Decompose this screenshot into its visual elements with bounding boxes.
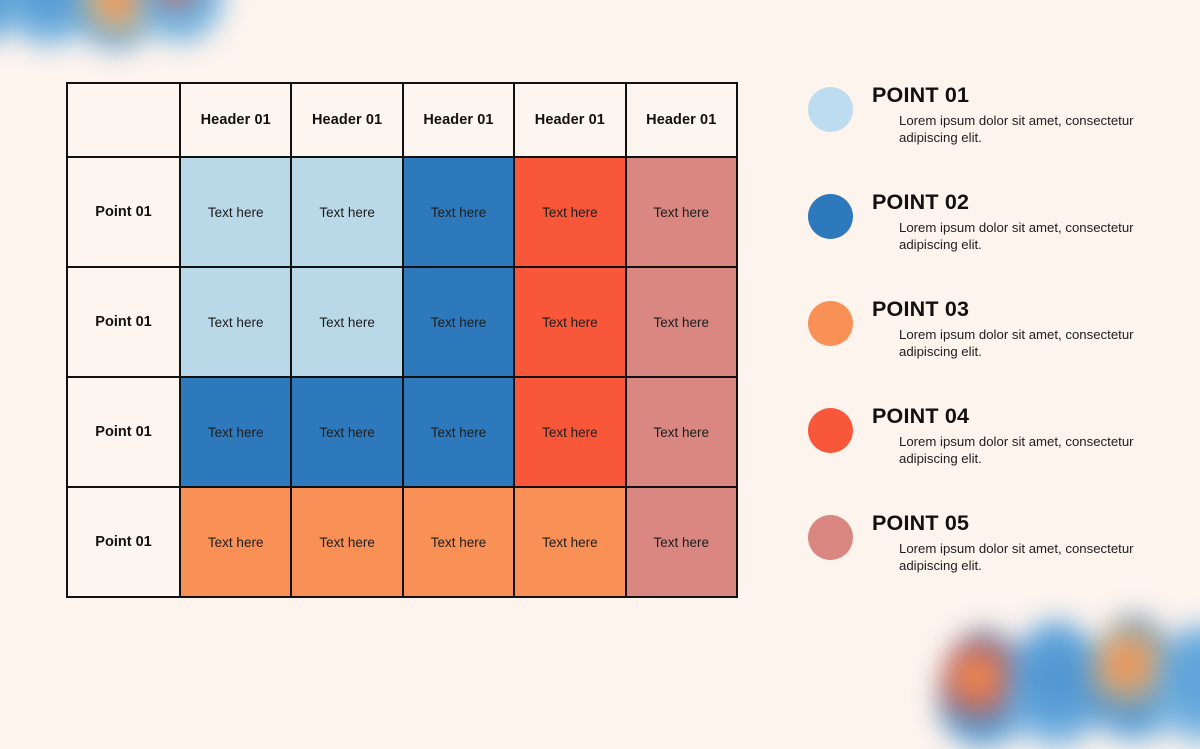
legend-description-04: Lorem ipsum dolor sit amet, consectetur … bbox=[899, 433, 1134, 467]
cell-r4c5[interactable]: Text here bbox=[624, 486, 738, 598]
table-body: Point 01 Text here Text here Text here T… bbox=[66, 156, 738, 598]
cell-r3c4[interactable]: Text here bbox=[513, 376, 627, 488]
cell-r2c1[interactable]: Text here bbox=[178, 266, 293, 378]
cell-r4c3[interactable]: Text here bbox=[401, 486, 516, 598]
cell-r1c1[interactable]: Text here bbox=[178, 156, 293, 268]
matrix-table-container: Header 01 Header 01 Header 01 Header 01 … bbox=[66, 82, 738, 598]
legend-description-03: Lorem ipsum dolor sit amet, consectetur … bbox=[899, 326, 1134, 360]
row-header-2: Point 01 bbox=[66, 266, 181, 378]
cell-r1c2[interactable]: Text here bbox=[290, 156, 404, 268]
cell-r1c3[interactable]: Text here bbox=[401, 156, 516, 268]
legend-description-01: Lorem ipsum dolor sit amet, consectetur … bbox=[899, 112, 1134, 146]
column-header-1: Header 01 bbox=[178, 82, 293, 158]
legend-item-point-03[interactable]: POINT 03 Lorem ipsum dolor sit amet, con… bbox=[804, 298, 1164, 372]
table-row: Point 01 Text here Text here Text here T… bbox=[66, 376, 738, 488]
column-header-2: Header 01 bbox=[290, 82, 404, 158]
cell-r4c4[interactable]: Text here bbox=[513, 486, 627, 598]
table-header-row: Header 01 Header 01 Header 01 Header 01 … bbox=[66, 82, 738, 158]
matrix-table: Header 01 Header 01 Header 01 Header 01 … bbox=[66, 82, 738, 598]
legend-title-03: POINT 03 bbox=[872, 297, 970, 321]
legend-description-02: Lorem ipsum dolor sit amet, consectetur … bbox=[899, 219, 1134, 253]
cell-r4c1[interactable]: Text here bbox=[178, 486, 293, 598]
legend-dot-icon-02 bbox=[808, 194, 853, 239]
legend-panel: POINT 01 Lorem ipsum dolor sit amet, con… bbox=[804, 84, 1164, 586]
cell-r2c2[interactable]: Text here bbox=[290, 266, 404, 378]
cell-r3c5[interactable]: Text here bbox=[624, 376, 738, 488]
legend-item-point-02[interactable]: POINT 02 Lorem ipsum dolor sit amet, con… bbox=[804, 191, 1164, 265]
bottom-right-blob-decoration bbox=[930, 605, 1200, 749]
column-header-5: Header 01 bbox=[624, 82, 738, 158]
cell-r2c4[interactable]: Text here bbox=[513, 266, 627, 378]
legend-dot-icon-05 bbox=[808, 515, 853, 560]
cell-r2c3[interactable]: Text here bbox=[401, 266, 516, 378]
legend-title-01: POINT 01 bbox=[872, 83, 970, 107]
table-row: Point 01 Text here Text here Text here T… bbox=[66, 486, 738, 598]
cell-r4c2[interactable]: Text here bbox=[290, 486, 404, 598]
legend-title-04: POINT 04 bbox=[872, 404, 970, 428]
legend-item-point-05[interactable]: POINT 05 Lorem ipsum dolor sit amet, con… bbox=[804, 512, 1164, 586]
legend-dot-icon-01 bbox=[808, 87, 853, 132]
legend-title-05: POINT 05 bbox=[872, 511, 970, 535]
legend-item-point-04[interactable]: POINT 04 Lorem ipsum dolor sit amet, con… bbox=[804, 405, 1164, 479]
legend-item-point-01[interactable]: POINT 01 Lorem ipsum dolor sit amet, con… bbox=[804, 84, 1164, 158]
cell-r2c5[interactable]: Text here bbox=[624, 266, 738, 378]
table-row: Point 01 Text here Text here Text here T… bbox=[66, 266, 738, 378]
legend-dot-icon-03 bbox=[808, 301, 853, 346]
table-corner-cell bbox=[66, 82, 181, 158]
legend-title-02: POINT 02 bbox=[872, 190, 970, 214]
cell-r1c5[interactable]: Text here bbox=[624, 156, 738, 268]
column-header-4: Header 01 bbox=[513, 82, 627, 158]
row-header-1: Point 01 bbox=[66, 156, 181, 268]
legend-description-05: Lorem ipsum dolor sit amet, consectetur … bbox=[899, 540, 1134, 574]
table-row: Point 01 Text here Text here Text here T… bbox=[66, 156, 738, 268]
legend-dot-icon-04 bbox=[808, 408, 853, 453]
cell-r3c3[interactable]: Text here bbox=[401, 376, 516, 488]
cell-r1c4[interactable]: Text here bbox=[513, 156, 627, 268]
row-header-4: Point 01 bbox=[66, 486, 181, 598]
column-header-3: Header 01 bbox=[401, 82, 516, 158]
top-left-blob-decoration bbox=[0, 0, 260, 56]
row-header-3: Point 01 bbox=[66, 376, 181, 488]
cell-r3c1[interactable]: Text here bbox=[178, 376, 293, 488]
cell-r3c2[interactable]: Text here bbox=[290, 376, 404, 488]
